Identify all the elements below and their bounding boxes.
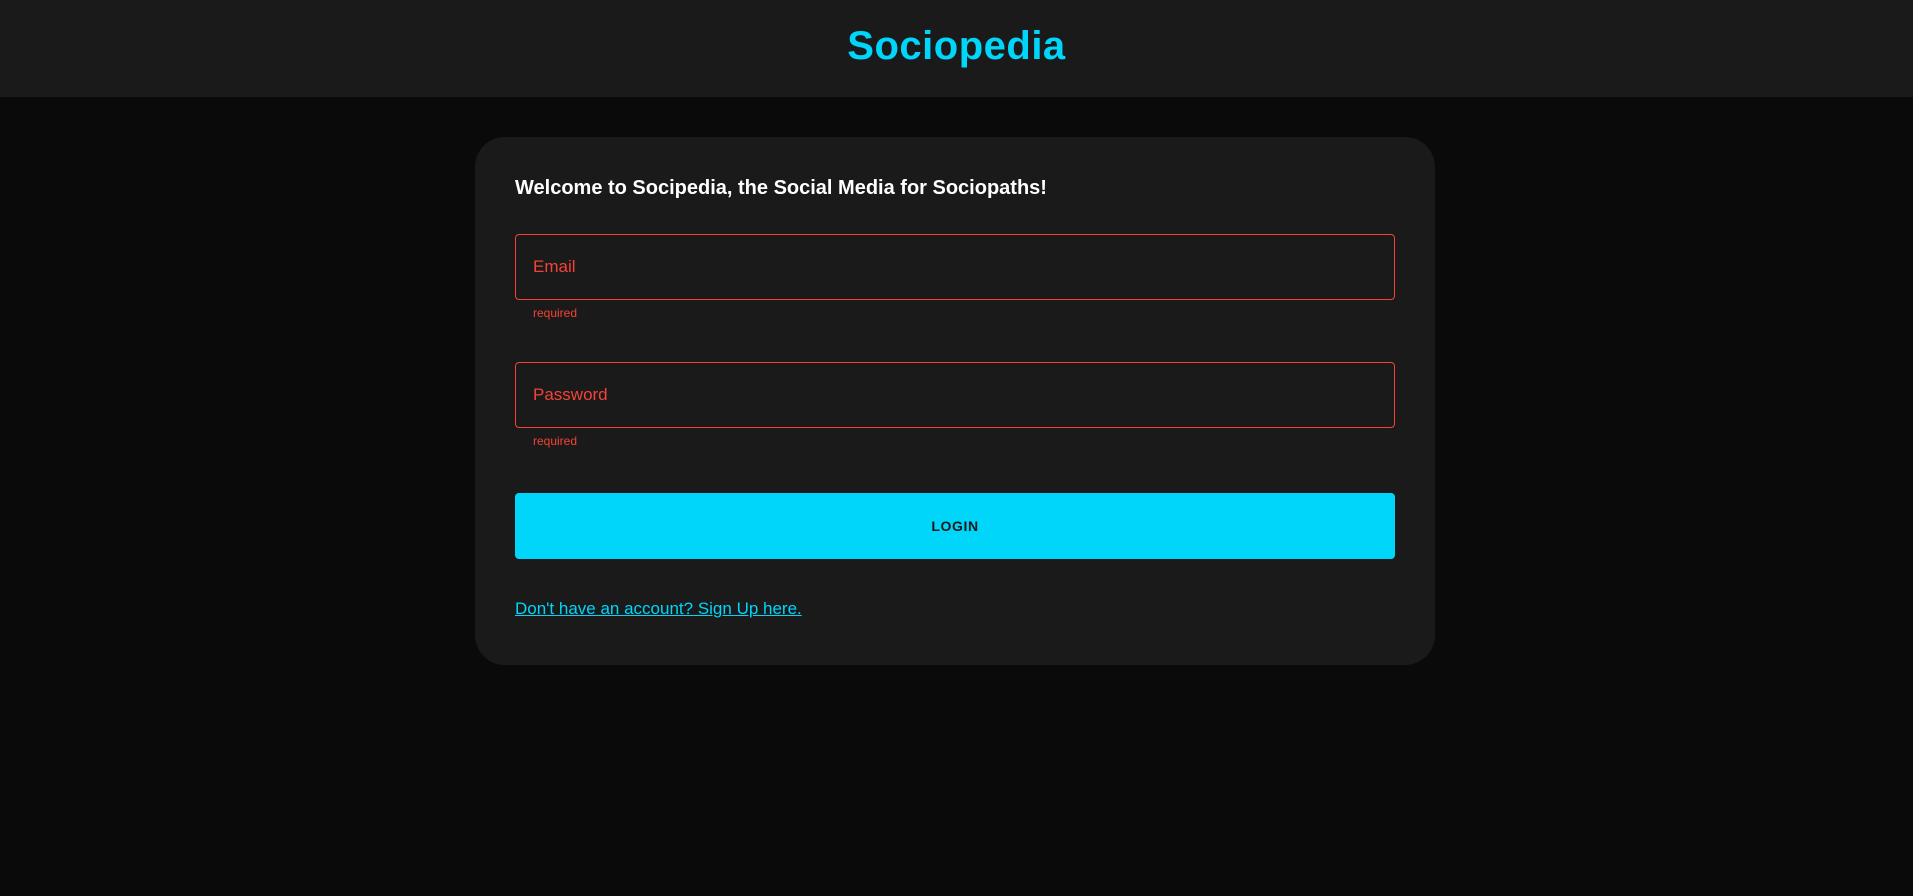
top-navbar: Sociopedia <box>0 0 1913 97</box>
welcome-heading: Welcome to Socipedia, the Social Media f… <box>515 177 1047 199</box>
password-field[interactable] <box>515 362 1395 428</box>
brand-logo-text[interactable]: Sociopedia <box>847 24 1065 69</box>
email-helper-text: required <box>533 306 578 320</box>
login-card: Welcome to Socipedia, the Social Media f… <box>475 137 1435 665</box>
login-button[interactable]: LOGIN <box>515 493 1395 559</box>
password-helper-text: required <box>533 434 578 448</box>
email-field[interactable] <box>515 234 1395 300</box>
signup-link[interactable]: Don't have an account? Sign Up here. <box>515 599 802 619</box>
